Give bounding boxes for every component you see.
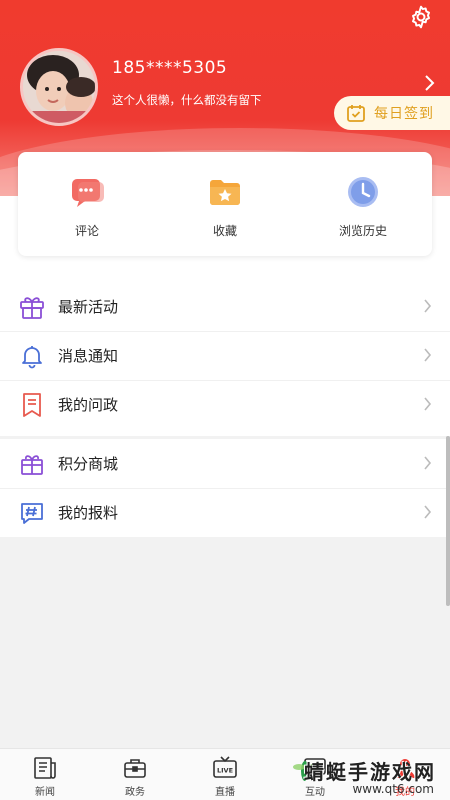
- menu-item-notifications[interactable]: 消息通知: [0, 331, 450, 380]
- tv-live-icon: LIVE: [213, 756, 237, 778]
- tab-label: 政务: [125, 787, 145, 798]
- clock-icon: [348, 177, 378, 207]
- hashtag-icon: [21, 502, 43, 524]
- tab-live[interactable]: LIVE 直播: [180, 749, 270, 800]
- menu-item-points-mall[interactable]: 积分商城: [0, 439, 450, 488]
- menu-item-latest-activities[interactable]: 最新活动: [0, 282, 450, 331]
- calendar-check-icon: [347, 105, 365, 122]
- chevron-right-icon: [424, 456, 432, 470]
- watermark-url: www.qt6.com: [352, 782, 434, 796]
- watermark: 蜻蜓手游戏网 www.qt6.com: [293, 756, 444, 800]
- menu-group-2: 积分商城 我的报料: [0, 439, 450, 537]
- quick-action-label: 收藏: [212, 224, 237, 238]
- quick-action-comment[interactable]: 评论: [18, 152, 156, 256]
- chevron-right-icon: [424, 299, 432, 313]
- svg-text:LIVE: LIVE: [217, 767, 233, 775]
- menu-item-label: 积分商城: [58, 455, 119, 473]
- menu-item-label: 我的报料: [58, 504, 119, 522]
- phone-number[interactable]: 185****5305: [112, 58, 227, 78]
- bookmark-icon: [23, 392, 41, 417]
- comment-icon: [72, 179, 104, 207]
- quick-action-label: 浏览历史: [338, 224, 387, 238]
- briefcase-icon: [124, 759, 146, 778]
- tab-label: 直播: [215, 787, 235, 798]
- quick-action-favorites[interactable]: 收藏: [156, 152, 294, 256]
- gift-box-icon: [21, 454, 43, 475]
- favorite-folder-icon: [210, 180, 240, 205]
- menu-item-my-reports[interactable]: 我的报料: [0, 488, 450, 537]
- avatar[interactable]: [20, 48, 98, 126]
- menu-group-1: 最新活动 消息通知 我的问政: [0, 282, 450, 429]
- newspaper-icon: [34, 757, 56, 779]
- gift-icon: [20, 296, 44, 319]
- quick-actions-card: 评论 收藏 浏览历史: [18, 152, 432, 256]
- quick-action-label: 评论: [74, 224, 99, 238]
- daily-checkin-button[interactable]: 每日签到: [334, 96, 450, 130]
- tab-government[interactable]: 政务: [90, 749, 180, 800]
- tab-label: 新闻: [35, 787, 55, 798]
- checkin-label: 每日签到: [374, 106, 434, 122]
- chevron-right-icon: [424, 505, 432, 519]
- menu-item-label: 消息通知: [58, 347, 119, 365]
- tab-news[interactable]: 新闻: [0, 749, 90, 800]
- watermark-title: 蜻蜓手游戏网: [304, 760, 436, 784]
- chevron-right-icon[interactable]: [422, 74, 436, 92]
- settings-gear-icon[interactable]: [408, 4, 434, 30]
- scrollbar[interactable]: [446, 436, 450, 606]
- avatar-photo: [23, 51, 95, 123]
- menu-item-label: 最新活动: [58, 298, 119, 316]
- quick-action-history[interactable]: 浏览历史: [294, 152, 432, 256]
- chevron-right-icon: [424, 348, 432, 362]
- bell-icon: [22, 345, 42, 368]
- chevron-right-icon: [424, 397, 432, 411]
- menu-item-my-inquiries[interactable]: 我的问政: [0, 380, 450, 429]
- menu-item-label: 我的问政: [58, 396, 119, 414]
- user-bio: 这个人很懒，什么都没有留下: [112, 93, 262, 107]
